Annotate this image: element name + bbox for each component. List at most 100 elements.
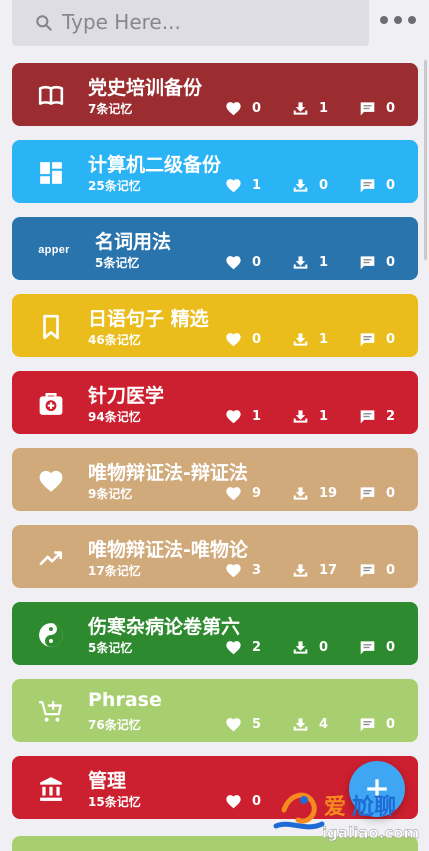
deck-count: 5条记忆 (88, 641, 133, 655)
deck-card[interactable]: 伤寒杂病论卷第六 5条记忆 2 0 0 (12, 602, 418, 665)
heart-icon (226, 178, 241, 192)
more-dot-icon (380, 16, 388, 24)
like-stat[interactable]: 1 (225, 177, 261, 193)
deck-card-partial[interactable] (12, 836, 418, 851)
dashboard-icon (38, 160, 64, 186)
like-stat[interactable]: 2 (225, 639, 261, 655)
deck-card[interactable]: Phrase 76条记忆 5 4 0 (12, 679, 418, 742)
comment-count: 0 (386, 562, 396, 578)
deck-count: 25条记忆 (88, 179, 141, 193)
heart-icon (226, 409, 241, 423)
deck-title: 伤寒杂病论卷第六 (88, 616, 241, 638)
comment-stat[interactable]: 0 (359, 254, 395, 270)
deck-list: 党史培训备份 7条记忆 0 1 0 计算机二级备份 25条记忆 1 0 0 ap… (12, 63, 418, 833)
download-stat[interactable]: 0 (292, 639, 328, 655)
heart-icon (226, 563, 241, 577)
like-count: 0 (252, 100, 262, 116)
like-count: 2 (252, 639, 262, 655)
heart-icon (226, 255, 241, 269)
comment-icon (360, 101, 375, 115)
comment-stat[interactable]: 0 (359, 177, 395, 193)
heart-icon (226, 332, 241, 346)
deck-card[interactable]: apper 名词用法 5条记忆 0 1 0 (12, 217, 418, 280)
bookmark-icon (38, 314, 64, 340)
download-count: 1 (319, 254, 329, 270)
deck-title: 针刀医学 (88, 385, 165, 407)
download-stat[interactable]: 1 (292, 408, 328, 424)
cart-add-icon (38, 699, 64, 725)
deck-card[interactable]: 唯物辩证法-辩证法 9条记忆 9 19 0 (12, 448, 418, 511)
comment-count: 0 (386, 177, 396, 193)
download-count: 1 (319, 100, 329, 116)
download-stat[interactable]: 19 (292, 485, 337, 501)
like-stat[interactable]: 0 (225, 331, 261, 347)
heart-icon (226, 486, 241, 500)
deck-title: 名词用法 (95, 231, 172, 253)
download-icon (293, 178, 308, 192)
comment-icon (360, 332, 375, 346)
download-count: 4 (319, 716, 329, 732)
scrollbar[interactable] (424, 60, 427, 260)
yin-yang-icon (38, 622, 64, 648)
download-stat[interactable]: 1 (292, 331, 328, 347)
deck-count: 46条记忆 (88, 333, 141, 347)
more-options-button[interactable] (380, 12, 416, 28)
comment-count: 2 (386, 408, 396, 424)
download-stat[interactable]: 17 (292, 562, 337, 578)
like-stat[interactable]: 3 (225, 562, 261, 578)
download-count: 19 (319, 485, 338, 501)
like-stat[interactable]: 0 (225, 100, 261, 116)
deck-count: 76条记忆 (88, 718, 141, 732)
like-stat[interactable]: 0 (225, 793, 261, 809)
download-stat[interactable]: 1 (292, 100, 328, 116)
heart-icon (226, 640, 241, 654)
comment-icon (360, 178, 375, 192)
deck-card[interactable]: 计算机二级备份 25条记忆 1 0 0 (12, 140, 418, 203)
deck-count: 5条记忆 (95, 256, 140, 270)
deck-count: 7条记忆 (88, 102, 133, 116)
deck-count: 17条记忆 (88, 564, 141, 578)
heart-icon (226, 717, 241, 731)
search-input[interactable] (62, 6, 352, 38)
deck-title: 管理 (88, 770, 127, 792)
download-icon (293, 255, 308, 269)
comment-stat[interactable]: 2 (359, 408, 395, 424)
like-count: 1 (252, 177, 262, 193)
like-stat[interactable]: 1 (225, 408, 261, 424)
deck-title: 唯物辩证法-辩证法 (88, 462, 248, 484)
deck-count: 15条记忆 (88, 795, 141, 809)
comment-stat[interactable]: 0 (359, 100, 395, 116)
comment-stat[interactable]: 0 (359, 562, 395, 578)
download-stat[interactable]: 4 (292, 716, 328, 732)
download-stat[interactable]: 1 (292, 254, 328, 270)
comment-stat[interactable]: 0 (359, 331, 395, 347)
add-deck-button[interactable] (349, 761, 405, 817)
like-stat[interactable]: 0 (225, 254, 261, 270)
deck-card[interactable]: 唯物辩证法-唯物论 17条记忆 3 17 0 (12, 525, 418, 588)
like-stat[interactable]: 5 (225, 716, 261, 732)
comment-stat[interactable]: 0 (359, 716, 395, 732)
like-stat[interactable]: 9 (225, 485, 261, 501)
download-icon (293, 717, 308, 731)
download-icon (293, 101, 308, 115)
like-count: 5 (252, 716, 262, 732)
search-bar[interactable] (12, 0, 369, 46)
download-icon (293, 563, 308, 577)
download-count: 1 (319, 331, 329, 347)
deck-title: 计算机二级备份 (88, 154, 222, 176)
download-count: 1 (319, 408, 329, 424)
like-count: 0 (252, 254, 262, 270)
deck-title: 党史培训备份 (88, 77, 203, 99)
comment-stat[interactable]: 0 (359, 639, 395, 655)
deck-card[interactable]: 日语句子 精选 46条记忆 0 1 0 (12, 294, 418, 357)
download-stat[interactable]: 0 (292, 177, 328, 193)
deck-card[interactable]: 针刀医学 94条记忆 1 1 2 (12, 371, 418, 434)
like-count: 1 (252, 408, 262, 424)
plus-icon (367, 779, 387, 799)
like-count: 0 (252, 331, 262, 347)
deck-card[interactable]: 党史培训备份 7条记忆 0 1 0 (12, 63, 418, 126)
comment-stat[interactable]: 0 (359, 485, 395, 501)
download-count: 17 (319, 562, 338, 578)
download-icon (293, 486, 308, 500)
download-count: 0 (319, 639, 329, 655)
